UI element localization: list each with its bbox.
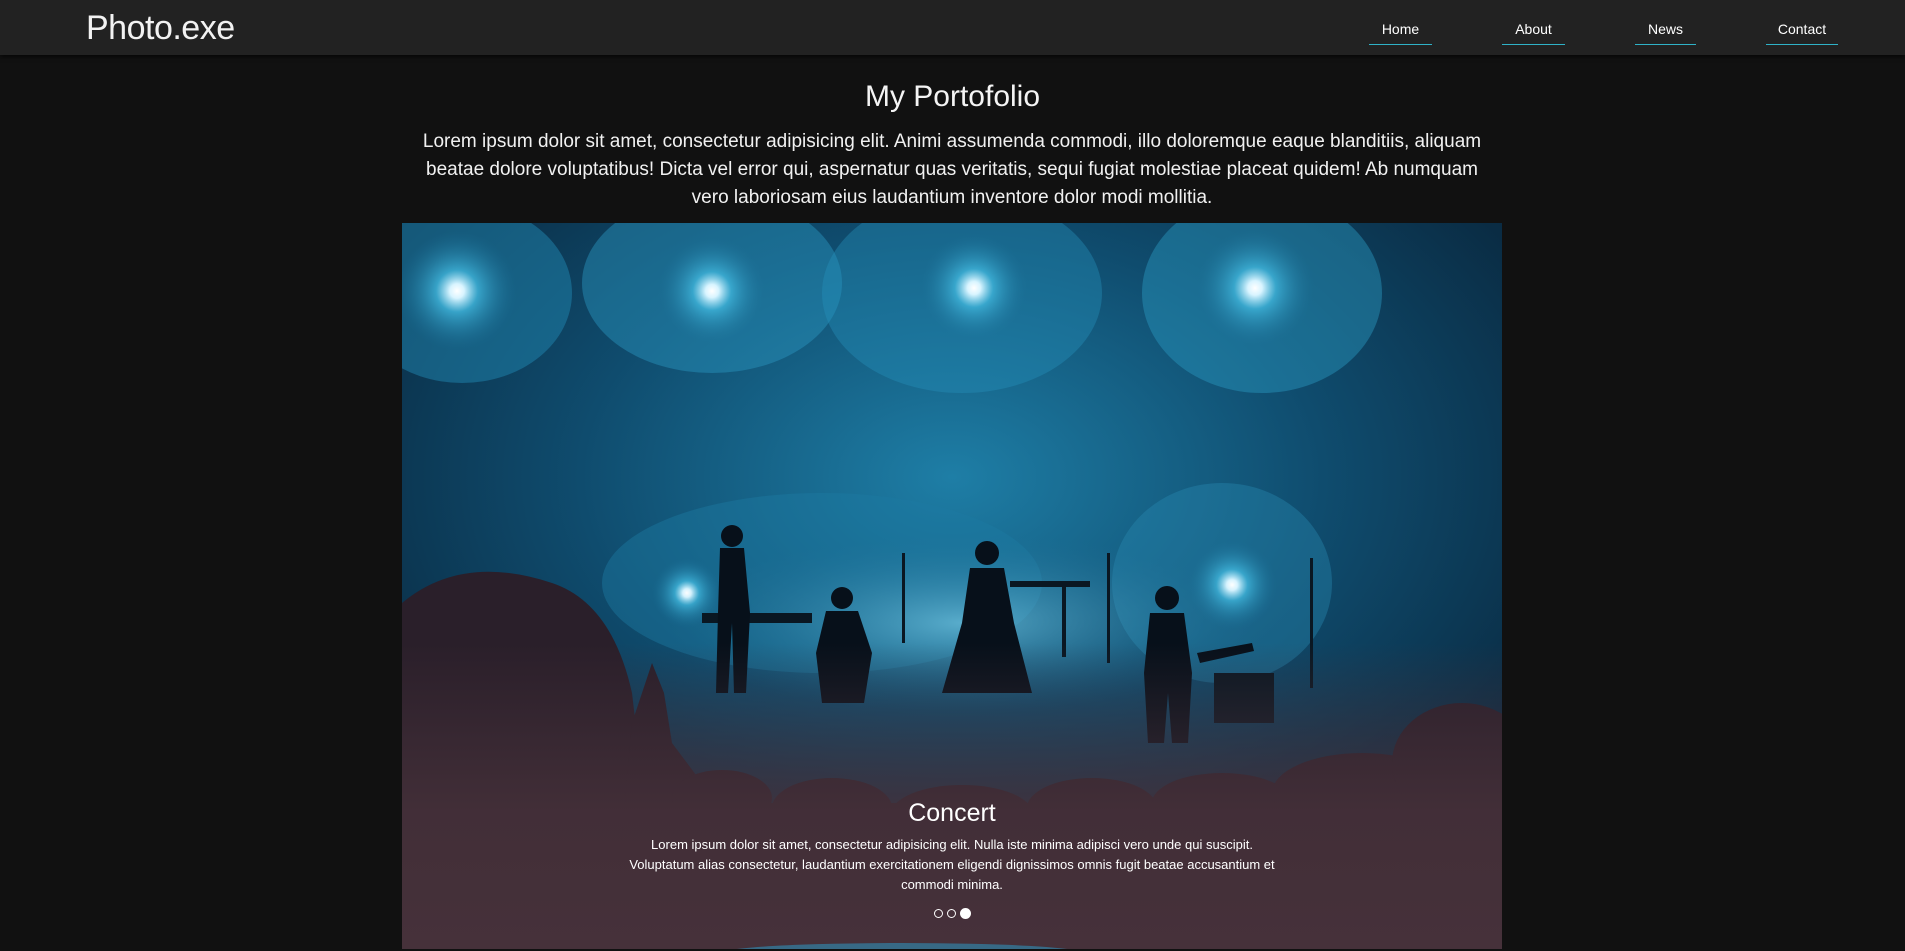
nav-link-contact[interactable]: Contact bbox=[1766, 20, 1838, 45]
carousel-caption-title: Concert bbox=[908, 799, 996, 827]
photo-carousel[interactable]: Concert Lorem ipsum dolor sit amet, cons… bbox=[402, 223, 1502, 949]
carousel-indicator-2[interactable] bbox=[946, 909, 956, 918]
carousel-indicators bbox=[402, 908, 1502, 919]
nav-link-news[interactable]: News bbox=[1635, 20, 1696, 45]
nav-link-home[interactable]: Home bbox=[1369, 20, 1432, 45]
carousel-caption-text: Lorem ipsum dolor sit amet, consectetur … bbox=[629, 837, 1275, 892]
intro-paragraph: Lorem ipsum dolor sit amet, consectetur … bbox=[422, 131, 1482, 208]
nav-link-about[interactable]: About bbox=[1502, 20, 1565, 45]
carousel-indicator-1[interactable] bbox=[933, 909, 943, 918]
navbar: Photo.exe Home About News Contact bbox=[0, 0, 1905, 55]
page-title: My Portofolio bbox=[864, 80, 1041, 113]
carousel-indicator-3[interactable] bbox=[959, 908, 971, 919]
brand-logo[interactable]: Photo.exe bbox=[86, 8, 235, 48]
